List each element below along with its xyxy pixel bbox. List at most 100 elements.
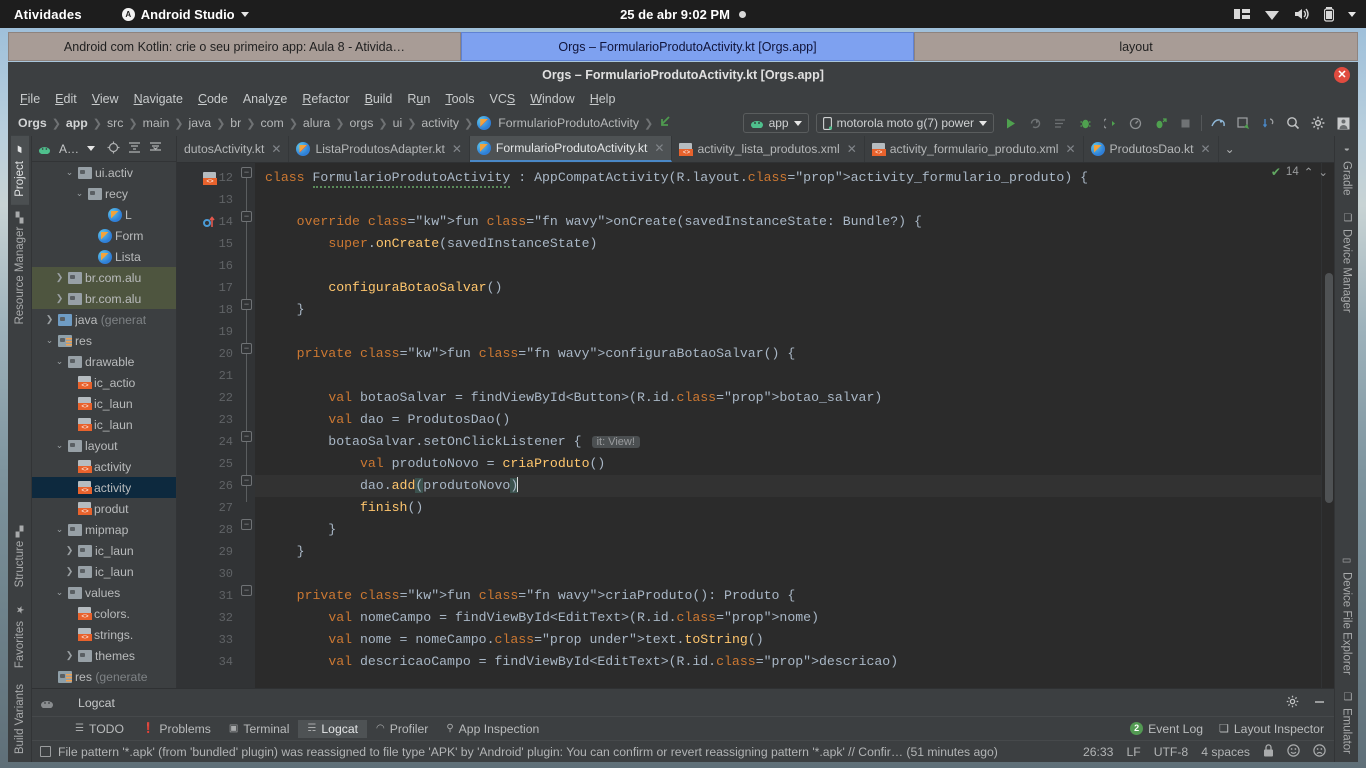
gutter-line[interactable]: 34	[177, 651, 239, 673]
tree-node[interactable]: colors.	[32, 603, 176, 624]
module-selector[interactable]: app	[742, 113, 809, 133]
code-line[interactable]: val nomeCampo = findViewById<EditText>(R…	[255, 607, 1321, 629]
tool-button-device-file-explorer[interactable]: ▯ Device File Explorer	[1338, 547, 1356, 683]
chevron-right-icon[interactable]: ❯	[44, 314, 55, 325]
tool-button-device-manager[interactable]: ❐ Device Manager	[1338, 204, 1356, 321]
breadcrumb-orgs[interactable]: Orgs	[14, 116, 51, 130]
breadcrumb-java[interactable]: java	[185, 116, 216, 130]
chevron-right-icon[interactable]: ❯	[54, 272, 65, 283]
code-line[interactable]: dao.add(produtoNovo)	[255, 475, 1321, 497]
tree-node[interactable]: activity	[32, 477, 176, 498]
menu-item-run[interactable]: Run	[407, 92, 439, 106]
menu-item-vcs[interactable]: VCS	[490, 92, 525, 106]
code-line[interactable]	[255, 189, 1321, 211]
menu-item-refactor[interactable]: Refactor	[302, 92, 358, 106]
menu-item-code[interactable]: Code	[198, 92, 237, 106]
tree-node[interactable]: ⌄ res	[32, 330, 176, 351]
gutter-line[interactable]: 20	[177, 343, 239, 365]
gear-icon[interactable]	[1286, 695, 1299, 711]
gutter-line[interactable]: 18	[177, 299, 239, 321]
lock-icon[interactable]	[1263, 743, 1274, 760]
chevron-right-icon[interactable]: ❯	[64, 545, 75, 556]
close-icon[interactable]: ✕	[1065, 142, 1075, 156]
gutter-line[interactable]: 25	[177, 453, 239, 475]
chevron-down-icon[interactable]: ⌄	[44, 335, 55, 346]
code-line[interactable]	[255, 563, 1321, 585]
fold-marker[interactable]: −	[241, 475, 252, 486]
editor-tab-bar[interactable]: dutosActivity.kt ✕ ListaProdutosAdapter.kt…	[177, 136, 1334, 163]
tree-node[interactable]: ⌄ ui.activ	[32, 162, 176, 183]
fold-marker[interactable]: −	[241, 167, 252, 178]
file-encoding[interactable]: UTF-8	[1154, 745, 1189, 759]
code-line[interactable]: override class="kw">fun class="fn wavy">…	[255, 211, 1321, 233]
chevron-down-icon[interactable]: ⌄	[74, 188, 85, 199]
bottom-tab-todo[interactable]: ☰ TODO	[66, 720, 133, 738]
expand-all-icon[interactable]	[128, 141, 141, 157]
chevron-down-icon[interactable]	[1348, 11, 1356, 17]
event-log-button[interactable]: 2 Event Log	[1130, 722, 1203, 736]
code-line[interactable]	[255, 255, 1321, 277]
code-line[interactable]: class FormularioProdutoActivity : AppCom…	[255, 167, 1321, 189]
close-icon[interactable]: ✕	[271, 142, 281, 156]
gutter-line[interactable]: 32	[177, 607, 239, 629]
breadcrumb-class[interactable]: FormularioProdutoActivity	[494, 116, 643, 130]
project-view-selector[interactable]: A…	[59, 142, 79, 156]
tool-button-gradle[interactable]: ◗ Gradle	[1338, 136, 1356, 204]
breadcrumb-main[interactable]: main	[139, 116, 174, 130]
gutter-line[interactable]: 19	[177, 321, 239, 343]
fold-marker[interactable]: −	[241, 299, 252, 310]
chevron-down-icon[interactable]	[87, 146, 96, 151]
bottom-tab-profiler[interactable]: ◠ Profiler	[367, 720, 437, 738]
bottom-tab-logcat[interactable]: ☴ Logcat	[298, 719, 367, 738]
menu-item-build[interactable]: Build	[365, 92, 402, 106]
editor-tab[interactable]: dutosActivity.kt ✕	[177, 136, 290, 162]
tree-node[interactable]: ic_laun	[32, 393, 176, 414]
menu-item-help[interactable]: Help	[590, 92, 625, 106]
back-arrow-icon[interactable]	[654, 115, 676, 132]
gutter-line[interactable]: 13	[177, 189, 239, 211]
device-selector[interactable]: motorola moto g(7) power	[815, 113, 994, 133]
menu-bar[interactable]: FFileile Edit View Navigate Code Analyze…	[8, 88, 1358, 110]
chevron-right-icon[interactable]: ❯	[64, 566, 75, 577]
fold-marker[interactable]: −	[241, 211, 252, 222]
right-tool-strip[interactable]: ◗ Gradle ❐ Device Manager ▯ Device File …	[1334, 136, 1358, 762]
sdk-manager-icon[interactable]	[1234, 114, 1252, 132]
gutter-line[interactable]: 33	[177, 629, 239, 651]
editor-marker-bar[interactable]	[1321, 163, 1334, 688]
minimize-icon[interactable]	[1313, 695, 1326, 711]
close-icon[interactable]: ✕	[452, 142, 462, 156]
tool-button-favorites[interactable]: Favorites ★	[11, 596, 29, 676]
collapse-all-icon[interactable]	[149, 141, 162, 157]
tree-node[interactable]: res (generate	[32, 666, 176, 687]
tree-node[interactable]: Lista	[32, 246, 176, 267]
chevron-down-icon[interactable]: ⌄	[54, 356, 65, 367]
editor-tab[interactable]: activity_lista_produtos.xml ✕	[672, 136, 865, 162]
chevron-right-icon[interactable]: ❯	[54, 293, 65, 304]
message-icon[interactable]	[40, 746, 51, 757]
tool-button-resource-manager[interactable]: Resource Manager ▚	[11, 205, 29, 333]
code-line[interactable]: configuraBotaoSalvar()	[255, 277, 1321, 299]
profile-icon[interactable]	[1334, 114, 1352, 132]
tool-button-emulator[interactable]: ❐ Emulator	[1338, 683, 1356, 762]
code-line[interactable]: val nome = nomeCampo.class="prop under">…	[255, 629, 1321, 651]
chevron-down-icon[interactable]: ⌄	[54, 524, 65, 535]
chevron-right-icon[interactable]: ❯	[64, 650, 75, 661]
code-line[interactable]	[255, 321, 1321, 343]
code-editor[interactable]: class FormularioProdutoActivity : AppCom…	[255, 163, 1321, 688]
tree-node[interactable]: strings.	[32, 624, 176, 645]
gutter-line[interactable]: 30	[177, 563, 239, 585]
next-issue-icon[interactable]: ⌄	[1318, 165, 1328, 179]
fold-marker[interactable]: −	[241, 519, 252, 530]
code-line[interactable]: private class="kw">fun class="fn wavy">c…	[255, 585, 1321, 607]
menu-item-analyze[interactable]: Analyze	[243, 92, 296, 106]
gutter-line[interactable]: 16	[177, 255, 239, 277]
code-line[interactable]: }	[255, 299, 1321, 321]
breadcrumb-alura[interactable]: alura	[299, 116, 334, 130]
breadcrumb-ui[interactable]: ui	[389, 116, 407, 130]
menu-item-window[interactable]: Window	[530, 92, 583, 106]
tree-node[interactable]: ❯ java (generat	[32, 309, 176, 330]
gutter-line[interactable]: 24	[177, 431, 239, 453]
battery-icon[interactable]	[1324, 6, 1334, 22]
left-tool-strip[interactable]: Project ▰ Resource Manager ▚ Structure ▞…	[8, 136, 32, 762]
layout-inspector-button[interactable]: ❏ Layout Inspector	[1219, 722, 1324, 736]
